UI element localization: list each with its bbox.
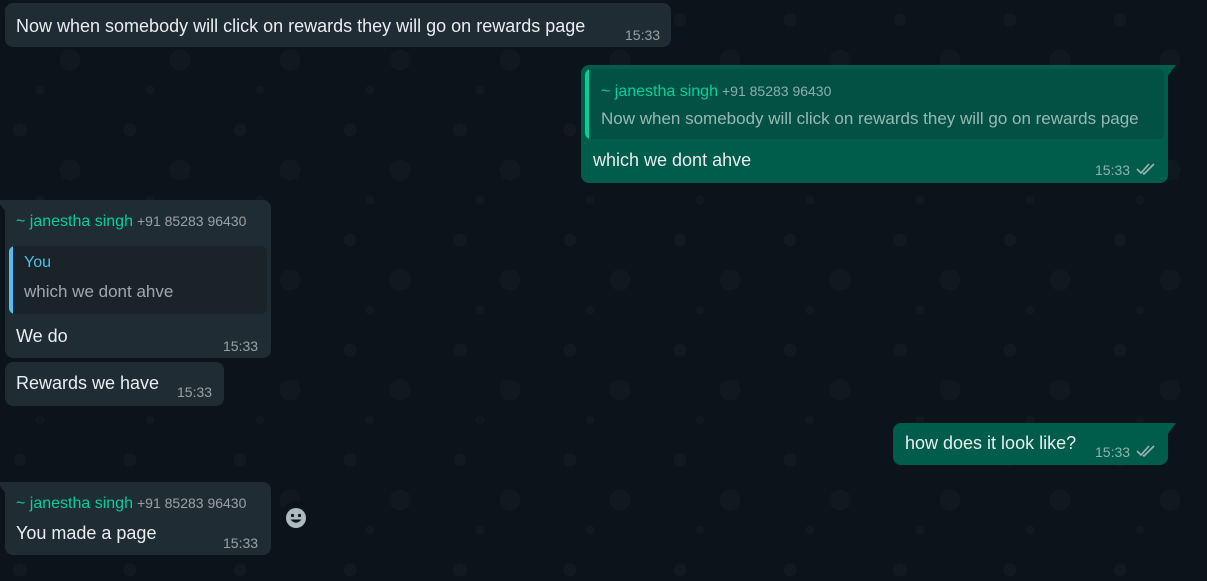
message-outgoing[interactable]: ~ janestha singh +91 85283 96430 Now when… xyxy=(581,65,1168,183)
sender-phone: +91 85283 96430 xyxy=(136,495,247,511)
message-text: Rewards we have xyxy=(16,373,160,393)
quote-bar xyxy=(9,246,13,314)
message-time: 15:33 xyxy=(223,338,259,354)
message-incoming[interactable]: ~ janestha singh +91 85283 96430 You made… xyxy=(5,482,271,555)
quoted-message[interactable]: ~ janestha singh +91 85283 96430 Now when… xyxy=(585,69,1164,139)
message-text: We do xyxy=(16,326,68,346)
message-sender: ~ janestha singh +91 85283 96430 xyxy=(16,213,246,231)
quote-sender-phone: +91 85283 96430 xyxy=(721,83,832,99)
message-time: 15:33 xyxy=(1095,444,1131,460)
bubble-tail-outgoing xyxy=(1167,65,1176,77)
sender-name: ~ janestha singh xyxy=(16,495,133,512)
message-text: You made a page xyxy=(16,523,157,543)
quote-sender-name: ~ janestha singh xyxy=(601,83,718,100)
sender-name: ~ janestha singh xyxy=(16,213,133,230)
bubble-tail-incoming xyxy=(0,200,6,212)
message-sender: ~ janestha singh +91 85283 96430 xyxy=(16,495,246,513)
sender-phone: +91 85283 96430 xyxy=(136,213,247,229)
quote-text: Now when somebody will click on rewards … xyxy=(601,109,1139,128)
reaction-button[interactable] xyxy=(279,501,313,535)
quoted-message[interactable]: You which we dont ahve xyxy=(9,246,267,314)
message-incoming[interactable]: ~ janestha singh +91 85283 96430 You whic… xyxy=(5,200,271,358)
message-text: Now when somebody will click on rewards … xyxy=(16,16,586,36)
message-incoming[interactable]: Rewards we have 15:33 xyxy=(5,362,224,406)
message-time: 15:33 xyxy=(1095,162,1131,178)
bubble-tail-incoming xyxy=(0,482,6,494)
quote-sender: You xyxy=(24,254,51,271)
double-check-icon xyxy=(1136,163,1155,176)
bubble-tail-outgoing xyxy=(1167,423,1176,435)
message-time: 15:33 xyxy=(223,535,259,551)
double-check-icon xyxy=(1136,445,1155,458)
message-time: 15:33 xyxy=(177,384,213,400)
message-text: which we dont ahve xyxy=(593,150,752,170)
message-time: 15:33 xyxy=(625,27,661,43)
message-incoming[interactable]: Now when somebody will click on rewards … xyxy=(5,3,671,47)
quote-bar xyxy=(585,69,589,139)
quote-sender: ~ janestha singh +91 85283 96430 xyxy=(601,83,831,101)
quote-text: which we dont ahve xyxy=(24,282,174,301)
message-text: how does it look like? xyxy=(905,433,1077,453)
smiley-icon xyxy=(286,508,306,528)
message-outgoing[interactable]: how does it look like? 15:33 xyxy=(893,423,1168,465)
